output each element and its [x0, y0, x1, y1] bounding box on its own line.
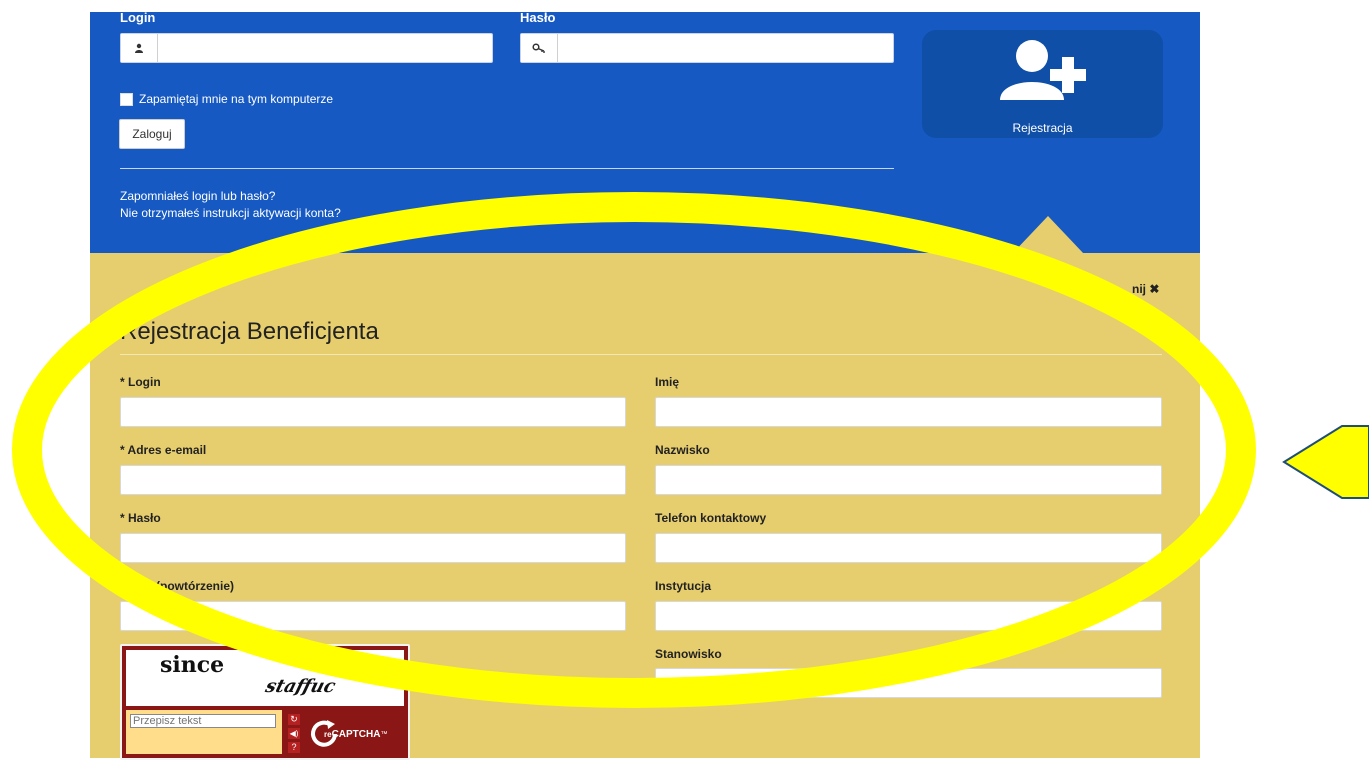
first-name-input[interactable]	[655, 397, 1162, 427]
remember-row[interactable]: Zapamiętaj mnie na tym komputerze	[120, 92, 333, 106]
captcha-word-2: staffuc	[263, 676, 338, 697]
institution-input[interactable]	[655, 601, 1162, 631]
password-input[interactable]	[558, 34, 893, 62]
password-repeat-label: Hasło (powtórzenie)	[120, 579, 235, 593]
email-label: * Adres e-email	[120, 443, 207, 457]
first-name-label: Imię	[655, 375, 680, 389]
register-tile[interactable]: Rejestracja	[922, 30, 1163, 138]
phone-input[interactable]	[655, 533, 1162, 563]
refresh-icon[interactable]: ↻	[288, 714, 300, 725]
forgot-password-link[interactable]: Zapomniałeś login lub hasło?	[120, 189, 275, 203]
remember-checkbox[interactable]	[120, 92, 133, 106]
remember-label: Zapamiętaj mnie na tym komputerze	[139, 92, 334, 106]
help-icon[interactable]: ?	[288, 742, 300, 753]
position-label: Stanowisko	[655, 647, 722, 661]
password-label-reg: * Hasło	[120, 511, 161, 525]
password-field[interactable]	[520, 33, 894, 63]
captcha-controls: ↻ ◀) ?	[288, 714, 302, 754]
captcha-input-area	[126, 710, 282, 754]
close-link[interactable]: nij ✖	[1132, 282, 1159, 296]
title-divider	[120, 354, 1162, 355]
captcha-word-1: since	[160, 652, 225, 678]
last-name-input[interactable]	[655, 465, 1162, 495]
close-icon: ✖	[1149, 282, 1160, 296]
user-icon	[121, 34, 158, 62]
login-input[interactable]	[158, 34, 492, 62]
divider	[120, 168, 894, 169]
register-label: Rejestracja	[1012, 121, 1073, 135]
audio-icon[interactable]: ◀)	[288, 728, 300, 739]
reg-password-input[interactable]	[120, 533, 626, 563]
recaptcha-prefix: re	[324, 729, 332, 739]
add-user-icon	[1000, 40, 1086, 100]
position-input[interactable]	[655, 668, 1162, 698]
panel-pointer	[1012, 216, 1084, 254]
key-icon	[521, 34, 558, 62]
reg-login-input[interactable]	[120, 397, 626, 427]
last-name-label: Nazwisko	[655, 443, 710, 457]
password-label: Hasło	[520, 10, 556, 25]
captcha-input[interactable]	[130, 714, 276, 728]
login-button[interactable]: Zaloguj	[119, 119, 185, 149]
activation-link[interactable]: Nie otrzymałeś instrukcji aktywacji kont…	[120, 206, 341, 220]
pointer-arrow-annotation	[1282, 425, 1369, 499]
reg-email-input[interactable]	[120, 465, 626, 495]
login-label: Login	[120, 10, 156, 25]
recaptcha-logo: re CAPTCHA ™	[308, 718, 387, 750]
login-field[interactable]	[120, 33, 493, 63]
captcha-image: since staffuc	[126, 650, 404, 706]
login-label-reg: * Login	[120, 375, 161, 389]
recaptcha-main: CAPTCHA	[331, 728, 381, 740]
reg-password-repeat-input[interactable]	[120, 601, 626, 631]
close-label: nij	[1132, 282, 1146, 296]
institution-label: Instytucja	[655, 579, 712, 593]
phone-label: Telefon kontaktowy	[655, 511, 767, 525]
registration-title: Rejestracja Beneficjenta	[120, 318, 379, 345]
recaptcha-tm: ™	[380, 730, 388, 738]
captcha-widget: since staffuc ↻ ◀) ? re CAPTCHA ™	[120, 644, 410, 760]
